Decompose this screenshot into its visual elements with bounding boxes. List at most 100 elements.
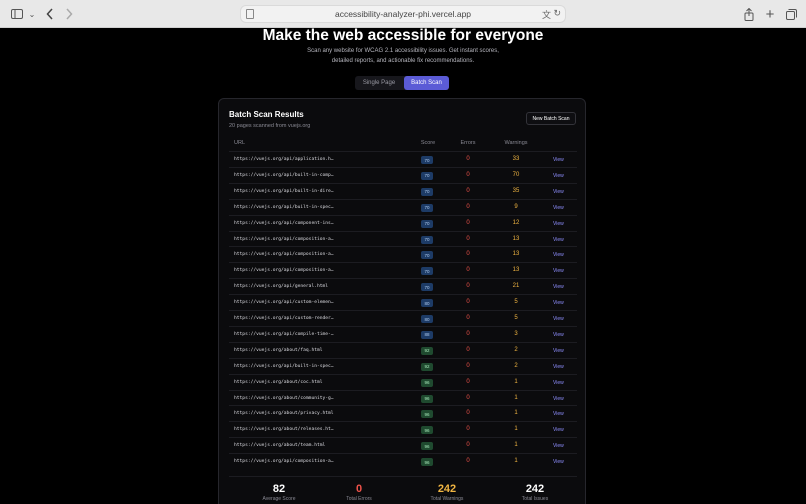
- row-url[interactable]: https://vuejs.org/about/privacy.html: [234, 411, 334, 416]
- tab-batch-scan[interactable]: Batch Scan: [404, 76, 449, 90]
- row-errors: 0: [466, 378, 470, 385]
- row-url[interactable]: https://vuejs.org/api/custom-render…: [234, 316, 334, 321]
- view-link[interactable]: View: [553, 252, 564, 258]
- row-warnings: 2: [514, 362, 518, 369]
- row-warnings: 13: [512, 235, 520, 242]
- view-link[interactable]: View: [553, 189, 564, 195]
- row-errors: 0: [466, 426, 470, 433]
- row-warnings: 2: [514, 346, 518, 353]
- row-warnings: 1: [514, 442, 518, 449]
- row-url[interactable]: https://vuejs.org/api/custom-elemen…: [234, 300, 334, 305]
- stat-total-issues: 242 Total Issues: [505, 483, 565, 502]
- summary-stats: 82 Average Score 0 Total Errors 242 Tota…: [229, 476, 577, 504]
- row-url[interactable]: https://vuejs.org/api/compile-time-…: [234, 332, 334, 337]
- row-url[interactable]: https://vuejs.org/api/general.html: [234, 284, 328, 289]
- row-warnings: 3: [514, 330, 518, 337]
- address-bar[interactable]: accessibility-analyzer-phi.vercel.app 文 …: [240, 5, 566, 23]
- reload-icon[interactable]: ↻: [553, 8, 561, 19]
- view-link[interactable]: View: [553, 459, 564, 465]
- table-row: https://vuejs.org/api/built-in-spec… 92 0 2…: [229, 357, 577, 374]
- browser-toolbar: ⌄ accessibility-analyzer-phi.vercel.app …: [0, 0, 806, 28]
- stat-label: Total Warnings: [430, 496, 464, 502]
- view-link[interactable]: View: [553, 316, 564, 322]
- row-warnings: 5: [514, 299, 518, 306]
- table-row: https://vuejs.org/about/community-g… 96 0 1…: [229, 389, 577, 406]
- view-link[interactable]: View: [553, 205, 564, 211]
- row-url[interactable]: https://vuejs.org/api/application.h…: [234, 157, 334, 162]
- view-link[interactable]: View: [553, 332, 564, 338]
- row-errors: 0: [466, 346, 470, 353]
- row-url[interactable]: https://vuejs.org/api/composition-a…: [234, 268, 334, 273]
- row-url[interactable]: https://vuejs.org/api/built-in-spec…: [234, 364, 334, 369]
- row-errors: 0: [466, 235, 470, 242]
- table-row: https://vuejs.org/api/application.h… 70 0 3…: [229, 151, 577, 167]
- view-link[interactable]: View: [553, 443, 564, 449]
- column-header-warnings: Warnings: [504, 140, 528, 146]
- score-badge: 70: [421, 267, 433, 276]
- row-errors: 0: [466, 251, 470, 258]
- stat-value: 242: [437, 483, 457, 495]
- address-url[interactable]: accessibility-analyzer-phi.vercel.app: [241, 9, 565, 19]
- row-url[interactable]: https://vuejs.org/api/built-in-spec…: [234, 205, 334, 210]
- view-link[interactable]: View: [553, 380, 564, 386]
- translate-icon[interactable]: 文: [542, 8, 551, 21]
- view-link[interactable]: View: [553, 396, 564, 402]
- back-icon[interactable]: [45, 6, 55, 22]
- stat-average-score: 82 Average Score: [249, 483, 309, 502]
- row-url[interactable]: https://vuejs.org/about/community-g…: [234, 396, 334, 401]
- new-tab-icon[interactable]: +: [764, 6, 776, 23]
- score-badge: 96: [421, 426, 433, 435]
- sidebar-icon[interactable]: [11, 6, 23, 22]
- score-badge: 80: [421, 299, 433, 308]
- row-url[interactable]: https://vuejs.org/api/composition-a…: [234, 252, 334, 257]
- row-url[interactable]: https://vuejs.org/api/built-in-dire…: [234, 189, 334, 194]
- chevron-down-icon[interactable]: ⌄: [28, 6, 36, 22]
- row-errors: 0: [466, 362, 470, 369]
- score-badge: 70: [421, 251, 433, 260]
- view-link[interactable]: View: [553, 364, 564, 370]
- forward-icon[interactable]: [64, 6, 74, 22]
- score-badge: 96: [421, 394, 433, 403]
- new-batch-scan-button[interactable]: New Batch Scan: [526, 112, 576, 125]
- column-header-score: Score: [420, 140, 436, 146]
- view-link[interactable]: View: [553, 173, 564, 179]
- view-link[interactable]: View: [553, 300, 564, 306]
- table-row: https://vuejs.org/api/custom-render… 80 0 5…: [229, 310, 577, 326]
- view-link[interactable]: View: [553, 427, 564, 433]
- row-errors: 0: [466, 315, 470, 321]
- view-link[interactable]: View: [553, 221, 564, 227]
- batch-results-card: Batch Scan Results 20 pages scanned from…: [218, 98, 586, 504]
- row-url[interactable]: https://vuejs.org/api/component-ins…: [234, 221, 334, 226]
- row-url[interactable]: https://vuejs.org/about/team.html: [234, 443, 325, 448]
- view-link[interactable]: View: [553, 157, 564, 163]
- share-icon[interactable]: [743, 6, 755, 22]
- row-url[interactable]: https://vuejs.org/about/coc.html: [234, 380, 323, 385]
- row-errors: 0: [466, 299, 470, 306]
- column-header-url: URL: [234, 140, 246, 146]
- tab-single-page[interactable]: Single Page: [355, 76, 403, 90]
- tabs-icon[interactable]: [785, 6, 797, 22]
- view-link[interactable]: View: [553, 348, 564, 354]
- row-url[interactable]: https://vuejs.org/api/composition-a…: [234, 237, 334, 242]
- row-url[interactable]: https://vuejs.org/about/releases.ht…: [234, 427, 334, 432]
- row-url[interactable]: https://vuejs.org/api/composition-a…: [234, 459, 334, 464]
- view-link[interactable]: View: [553, 411, 564, 417]
- row-warnings: 70: [512, 171, 520, 178]
- stat-value: 242: [525, 483, 545, 495]
- page-subtitle: Scan any website for WCAG 2.1 accessibil…: [307, 48, 499, 64]
- row-url[interactable]: https://vuejs.org/api/built-in-comp…: [234, 173, 334, 178]
- score-badge: 96: [421, 458, 433, 467]
- score-badge: 92: [421, 362, 433, 371]
- table-row: https://vuejs.org/api/built-in-spec… 70 0 9…: [229, 198, 577, 215]
- score-badge: 70: [421, 235, 433, 244]
- row-warnings: 13: [512, 267, 520, 274]
- row-url[interactable]: https://vuejs.org/about/faq.html: [234, 348, 323, 353]
- row-warnings: 1: [514, 394, 518, 401]
- table-row: https://vuejs.org/api/custom-elemen… 80 0 5…: [229, 294, 577, 310]
- table-row: https://vuejs.org/api/general.html 70 0 21 V…: [229, 278, 577, 294]
- view-link[interactable]: View: [553, 268, 564, 274]
- score-badge: 70: [421, 203, 433, 212]
- view-link[interactable]: View: [553, 237, 564, 243]
- stat-total-warnings: 242 Total Warnings: [417, 483, 477, 502]
- view-link[interactable]: View: [553, 284, 564, 290]
